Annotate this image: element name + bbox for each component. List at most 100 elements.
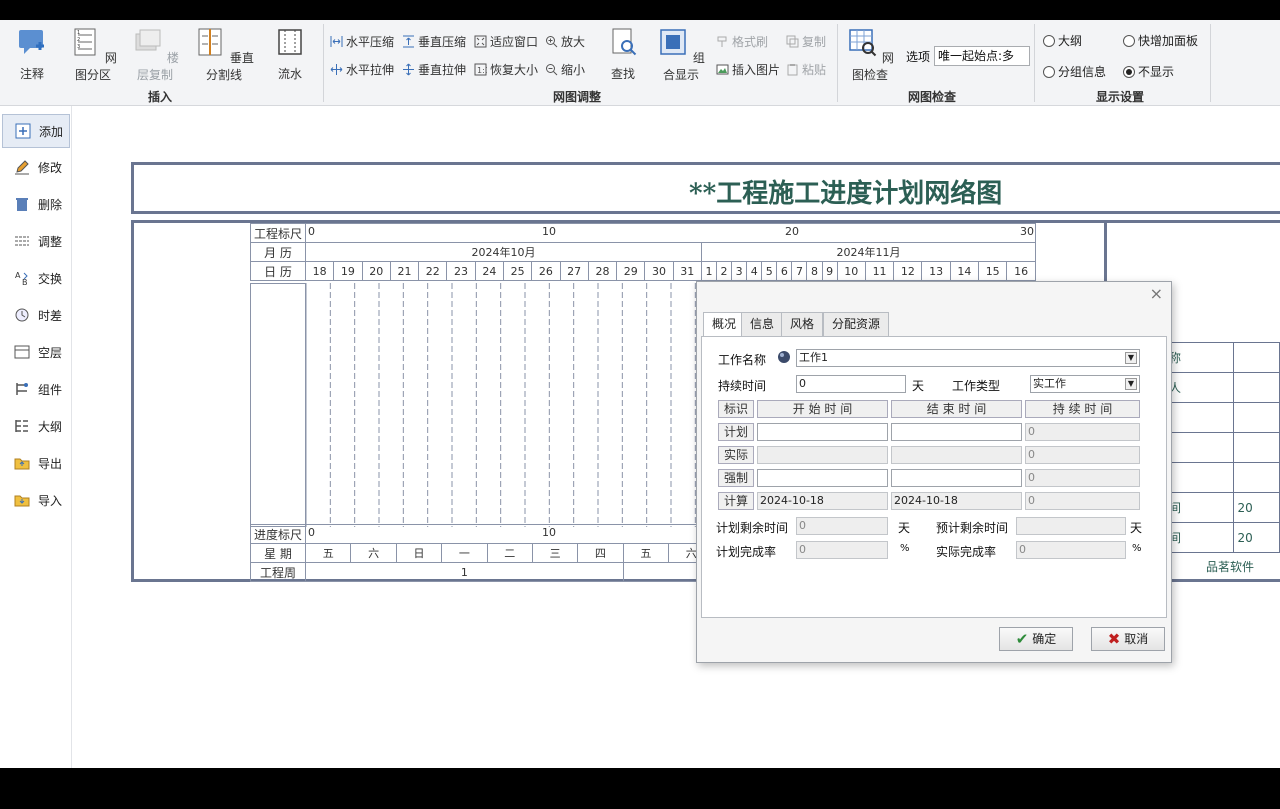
horizontal-stretch-button[interactable]: 水平拉伸 [330,60,394,80]
svg-text:1: 1 [77,30,80,36]
format-painter-icon [717,36,727,47]
zoom-out-button[interactable]: 缩小 [545,60,585,80]
tab-style[interactable]: 风格 [781,312,824,336]
day-cell: 30 [644,261,674,281]
day-cell: 25 [502,261,533,281]
day-cell: 27 [559,261,589,281]
cancel-button[interactable]: ✖ 取消 [1091,627,1165,651]
horizontal-compress-button[interactable]: 水平压缩 [330,32,394,52]
radio-group-info[interactable]: 分组信息 [1043,63,1106,80]
adjust-group-label: 网图调整 [553,90,602,104]
sidebar-item-swap[interactable]: A B 交换 [2,262,70,296]
plan-end-input[interactable] [891,423,1022,441]
ok-button[interactable]: ✔ 确定 [999,627,1073,651]
plan-start-input[interactable] [757,423,888,441]
sidebar-item-export[interactable]: 导出 [2,447,70,481]
paste-button[interactable]: 粘贴 [786,60,826,80]
plan-duration-field: 0 [1025,423,1140,441]
sidebar: 添加 修改 删除 调整 A B 交换 时差 空层 组件 大纲 导出 导入 [0,106,72,768]
floor-copy-button[interactable]: 楼层复制 [128,26,182,83]
day-cell: 5 [761,261,778,281]
check-group-label: 网图检查 [908,90,957,104]
group-display-button[interactable]: 组合显示 [656,26,706,83]
time-scale-table: 工程标尺 0 10 20 30 月 历 2024年10月 2024年11月 日 … [250,223,1037,281]
work-type-select[interactable]: 实工作 ▼ [1030,375,1140,393]
insert-image-button[interactable]: 插入图片 [716,60,780,80]
est-remaining-label: 预计剩余时间 [936,521,1009,535]
network-check-button[interactable]: 网图检查 [844,26,896,83]
svg-text:1:1: 1:1 [477,66,487,75]
day-cell: 18 [304,261,335,281]
day-cell: 6 [776,261,793,281]
forced-start-input[interactable] [757,469,888,487]
fit-window-button[interactable]: 适应窗口 [474,32,538,52]
day-cell: 13 [921,261,951,281]
duration-input[interactable]: 0 [796,375,906,393]
option-label: 选项 [906,50,931,64]
outline-icon [15,420,28,432]
row-label-plan[interactable]: 计划 [718,423,754,441]
sidebar-item-empty-layer[interactable]: 空层 [2,336,70,370]
day-cell: 16 [1006,261,1036,281]
info-value [1232,342,1280,373]
row-label-calc[interactable]: 计算 [718,492,754,510]
ribbon-toolbar: 注释 123 网图分区 楼层复制 垂直分割线 流水 插入 水平压缩 垂直压缩 适… [0,20,1280,106]
fit-window-icon [474,35,487,48]
day-cell: 12 [893,261,923,281]
plan-rate-label: 计划完成率 [716,545,777,559]
close-icon[interactable]: × [1150,284,1163,303]
day-cell: 1 [700,261,718,281]
day-cell: 26 [531,261,561,281]
annotation-button[interactable]: 注释 [14,26,50,82]
flow-button[interactable]: 流水 [272,26,308,82]
row-label-actual[interactable]: 实际 [718,446,754,464]
copy-button[interactable]: 复制 [786,32,826,52]
weekday-cell: 日 [395,543,443,563]
find-button[interactable]: 查找 [606,26,640,82]
vertical-compress-button[interactable]: 垂直压缩 [402,32,466,52]
weekday-cell: 三 [531,543,579,563]
layer-icon [14,345,30,359]
tab-overview[interactable]: 概况 [703,312,746,337]
annotation-icon [19,30,44,54]
sidebar-item-import[interactable]: 导入 [2,484,70,518]
day-cell: 19 [333,261,363,281]
app-window: 注释 123 网图分区 楼层复制 垂直分割线 流水 插入 水平压缩 垂直压缩 适… [0,20,1280,768]
svg-text:A: A [15,271,21,280]
network-partition-button[interactable]: 123 网图分区 [66,26,120,83]
month-cell: 2024年10月 [305,242,702,262]
sidebar-item-outline[interactable]: 大纲 [2,410,70,444]
v-compress-icon [403,35,414,48]
component-icon [16,383,28,395]
swap-icon: AB [15,271,28,286]
vertical-divider-button[interactable]: 垂直分割线 [192,26,256,83]
start-point-option-select[interactable]: 唯一起始点:多 [934,46,1030,66]
est-remaining-field [1016,517,1126,535]
actual-start-field [757,446,888,464]
forced-end-input[interactable] [891,469,1022,487]
radio-hide[interactable]: 不显示 [1123,63,1174,80]
sidebar-item-float-time[interactable]: 时差 [2,299,70,333]
work-name-select[interactable]: 工作1 ▼ [796,349,1140,367]
row-label-forced[interactable]: 强制 [718,469,754,487]
progress-tick: 0 [308,526,315,539]
day-cell: 8 [806,261,823,281]
radio-outline[interactable]: 大纲 [1043,32,1082,49]
restore-size-button[interactable]: 1:1恢复大小 [474,60,538,80]
export-folder-icon [14,458,30,470]
sidebar-item-edit[interactable]: 修改 [2,151,70,185]
svg-text:3: 3 [77,44,80,50]
tab-resources[interactable]: 分配资源 [823,312,890,336]
radio-quick-panel[interactable]: 快增加面板 [1123,32,1198,49]
vertical-stretch-button[interactable]: 垂直拉伸 [402,60,466,80]
sidebar-item-adjust[interactable]: 调整 [2,225,70,259]
tab-info[interactable]: 信息 [741,312,784,336]
zoom-in-button[interactable]: 放大 [545,32,585,52]
sidebar-item-component[interactable]: 组件 [2,373,70,407]
sidebar-item-add[interactable]: 添加 [2,114,70,148]
sidebar-item-delete[interactable]: 删除 [2,188,70,222]
day-cell: 7 [791,261,808,281]
format-painter-button[interactable]: 格式刷 [716,32,768,52]
separator [837,24,838,102]
actual-duration-field: 0 [1025,446,1140,464]
